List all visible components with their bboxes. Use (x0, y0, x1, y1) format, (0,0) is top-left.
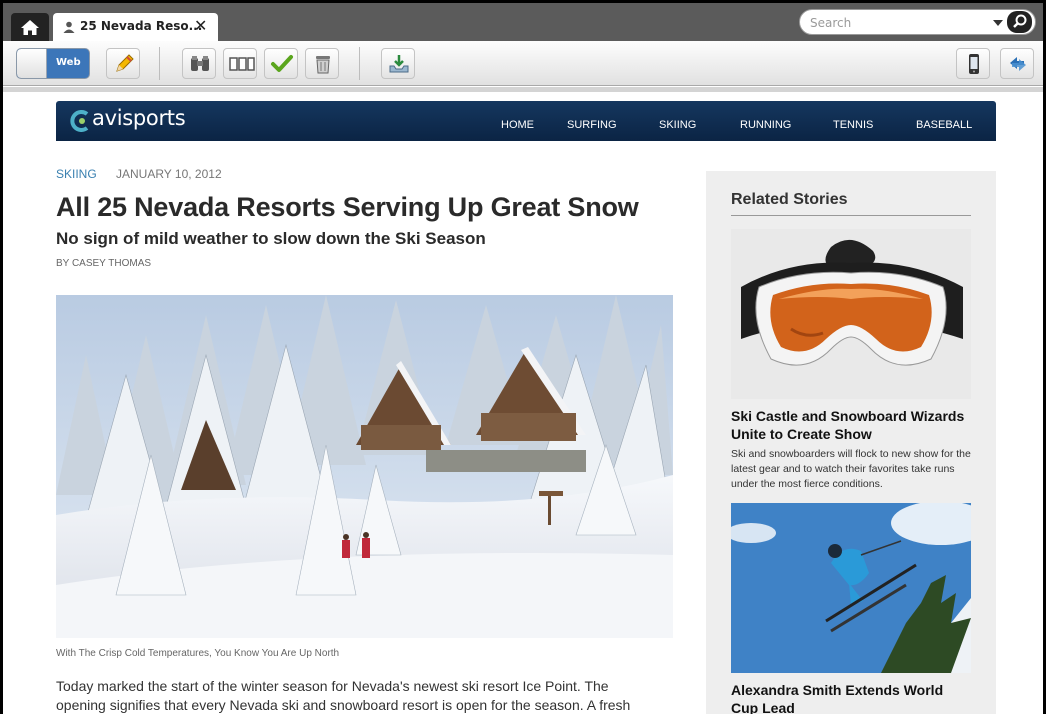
approve-button[interactable] (264, 48, 298, 79)
viewport-border (3, 87, 1043, 92)
web-mode-toggle[interactable]: Web (16, 48, 90, 79)
download-tray-icon (389, 55, 409, 73)
checkmark-icon (271, 55, 293, 72)
pencil-icon (116, 54, 134, 72)
tab-title: 25 Nevada Reso... (80, 19, 203, 33)
nav-tennis[interactable]: TENNIS (833, 119, 873, 131)
nav-surfing[interactable]: SURFING (567, 119, 617, 131)
article-body: Today marked the start of the winter sea… (56, 678, 631, 713)
browser-window: 25 Nevada Reso... ✕ Web (3, 3, 1043, 714)
site-header: avisports HOME SURFING SKIING RUNNING TE… (56, 101, 996, 141)
mobile-preview-button[interactable] (956, 48, 990, 79)
layout-button[interactable] (223, 48, 257, 79)
binoculars-icon (191, 56, 209, 71)
publish-button[interactable] (381, 48, 415, 79)
sidebar-divider (731, 215, 971, 216)
article-subheadline: No sign of mild weather to slow down the… (56, 229, 486, 248)
tab-article[interactable]: 25 Nevada Reso... ✕ (53, 13, 218, 41)
nav-running[interactable]: RUNNING (740, 119, 791, 131)
sidebar-heading: Related Stories (731, 191, 848, 208)
story-title[interactable]: Ski Castle and Snowboard Wizards Unite t… (731, 407, 971, 443)
phone-icon (969, 54, 979, 74)
nav-baseball[interactable]: BASEBALL (916, 119, 972, 131)
user-icon (63, 21, 75, 33)
home-icon (21, 20, 39, 35)
site-logo-text[interactable]: avisports (92, 106, 186, 130)
tab-bar: 25 Nevada Reso... ✕ (3, 3, 1043, 41)
home-tab[interactable] (11, 13, 49, 41)
trash-icon (316, 56, 330, 74)
image-caption: With The Crisp Cold Temperatures, You Kn… (56, 648, 340, 659)
search-input[interactable] (810, 14, 990, 31)
columns-icon (229, 57, 255, 71)
article-category[interactable]: SKIING (56, 167, 97, 181)
toggle-label: Web (56, 57, 81, 68)
nav-home[interactable]: HOME (501, 119, 534, 131)
related-stories-sidebar: Related Stories Ski Castle and Snowboard… (706, 171, 996, 714)
story-image-skier[interactable] (731, 503, 971, 673)
search-button[interactable] (1007, 11, 1032, 33)
sync-button[interactable] (1000, 48, 1034, 79)
toggle-knob (17, 49, 47, 78)
search-box (799, 9, 1036, 35)
story-title[interactable]: Alexandra Smith Extends World Cup Lead (731, 681, 971, 714)
toolbar-divider (359, 47, 360, 80)
edit-button[interactable] (106, 48, 140, 79)
search-icon (1013, 14, 1027, 28)
story-description: Ski and snowboarders will flock to new s… (731, 448, 971, 490)
article-byline: BY CASEY THOMAS (56, 258, 152, 269)
article-headline: All 25 Nevada Resorts Serving Up Great S… (56, 192, 639, 222)
toolbar: Web (3, 41, 1043, 86)
article-date: JANUARY 10, 2012 (116, 167, 222, 181)
chevron-down-icon[interactable] (993, 20, 1003, 26)
article-hero-image (56, 295, 673, 638)
delete-button[interactable] (305, 48, 339, 79)
preview-button[interactable] (182, 48, 216, 79)
avisports-logo-icon[interactable] (70, 110, 92, 132)
toolbar-divider (159, 47, 160, 80)
article-meta: SKIING JANUARY 10, 2012 (56, 167, 222, 181)
close-icon[interactable]: ✕ (194, 16, 207, 36)
story-image-goggles[interactable] (731, 229, 971, 399)
nav-skiing[interactable]: SKIING (659, 119, 696, 131)
sync-icon (1010, 57, 1026, 71)
